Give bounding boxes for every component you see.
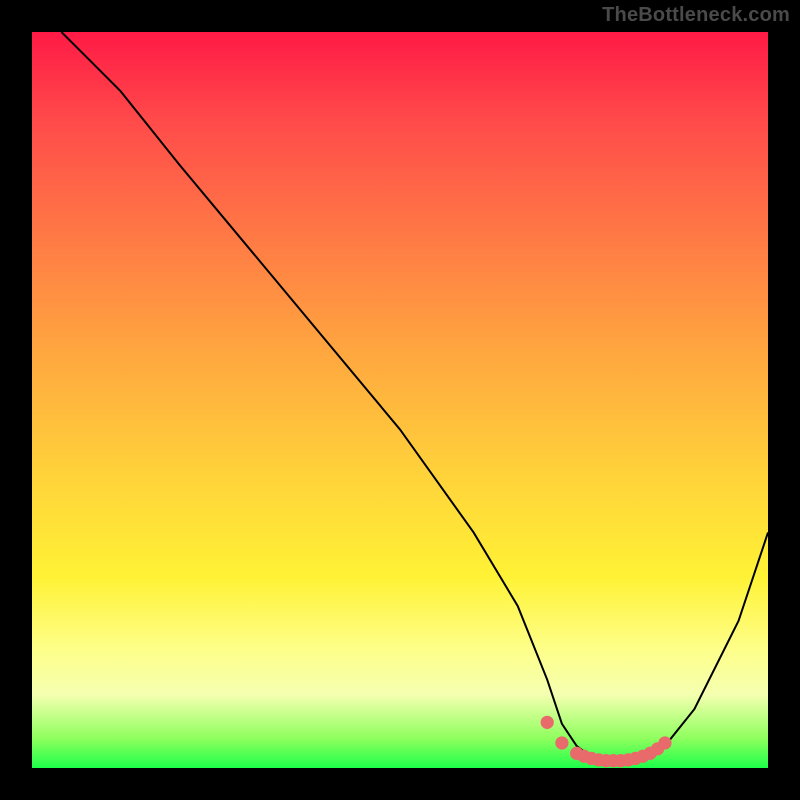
chart-frame: TheBottleneck.com [0,0,800,800]
chart-min-markers [541,716,672,768]
watermark-text: TheBottleneck.com [602,4,790,27]
chart-curve [61,32,768,761]
chart-plot [32,32,768,768]
